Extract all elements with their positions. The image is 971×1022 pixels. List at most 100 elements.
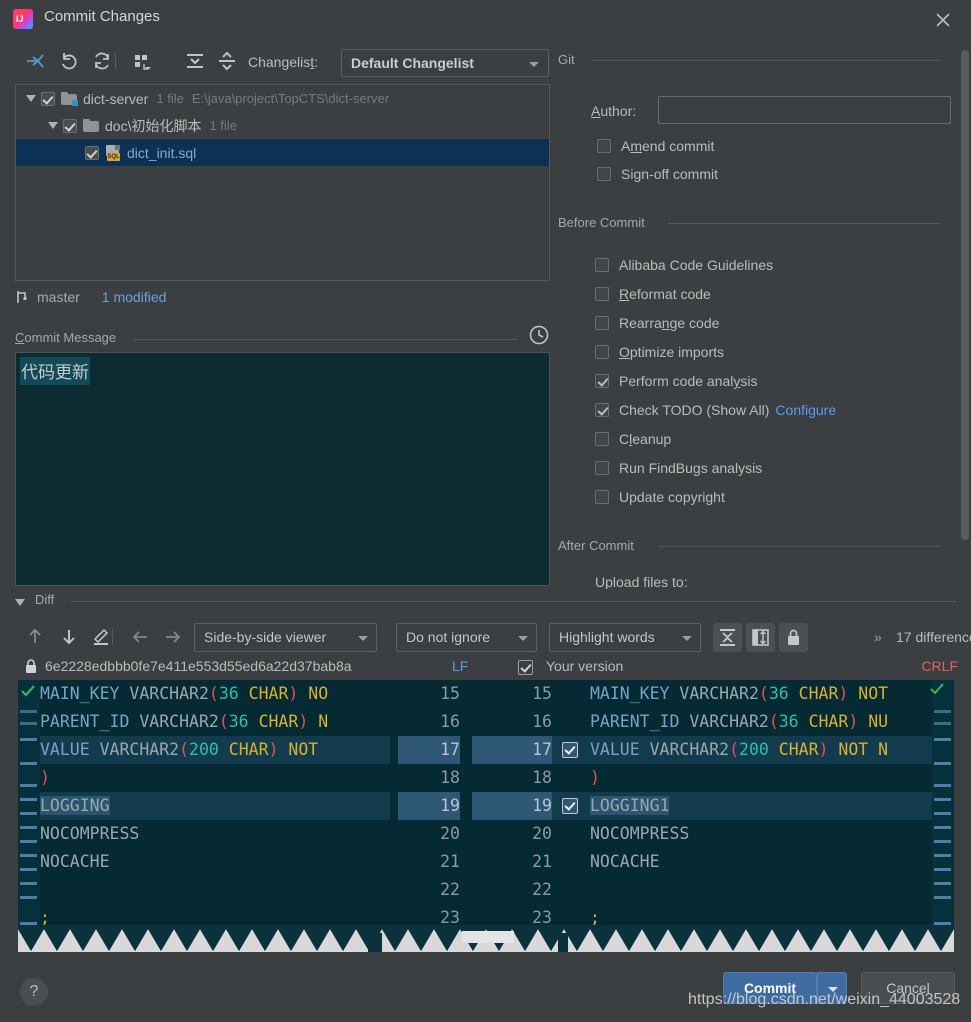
revert-icon[interactable] bbox=[56, 48, 82, 74]
checkbox[interactable] bbox=[595, 345, 609, 359]
tree-row-checkbox[interactable] bbox=[85, 145, 99, 160]
option-cleanup[interactable]: Cleanup bbox=[595, 428, 671, 450]
tree-row[interactable]: SQL dict_init.sql bbox=[16, 139, 549, 166]
chevron-down-icon bbox=[529, 62, 539, 67]
diff-revision-bar: 6e2228edbbb0fe7e411e553d55ed6a22d37bab8a… bbox=[0, 656, 971, 680]
scrollbar-thumb[interactable] bbox=[961, 50, 969, 540]
tree-row[interactable]: dict-server 1 file E:\java\project\TopCT… bbox=[16, 85, 549, 112]
option-check-todo[interactable]: Check TODO (Show All) Configure bbox=[595, 399, 836, 421]
option-perform-code-analysis[interactable]: Perform code analysis bbox=[595, 370, 758, 392]
checkbox[interactable] bbox=[597, 167, 611, 181]
chevron-down-icon[interactable] bbox=[26, 95, 36, 102]
divider bbox=[71, 601, 956, 602]
upload-files-label: Upload files to: bbox=[595, 574, 688, 589]
option-label: Alibaba Code Guidelines bbox=[619, 257, 774, 273]
changed-files-tree[interactable]: dict-server 1 file E:\java\project\TopCT… bbox=[15, 84, 550, 281]
diff-viewer[interactable]: MAIN_KEY VARCHAR2(36 CHAR) NO PARENT_ID … bbox=[0, 680, 971, 952]
diff-left-code[interactable]: MAIN_KEY VARCHAR2(36 CHAR) NO PARENT_ID … bbox=[40, 680, 390, 952]
commit-message-header: Commit Message bbox=[15, 325, 550, 348]
close-icon[interactable] bbox=[931, 8, 955, 32]
divider bbox=[591, 60, 940, 61]
option-rearrange-code[interactable]: Rearrange code bbox=[595, 312, 719, 334]
previous-difference-icon[interactable] bbox=[22, 624, 48, 650]
viewer-mode-dropdown[interactable]: Side-by-side viewer bbox=[194, 623, 377, 652]
section-git: Git bbox=[558, 52, 958, 68]
ignore-mode-value: Do not ignore bbox=[406, 629, 491, 645]
overflow-icon[interactable]: » bbox=[874, 629, 882, 645]
option-sign-off-commit[interactable]: Sign-off commit bbox=[597, 163, 718, 185]
clock-icon[interactable] bbox=[528, 324, 550, 346]
collapse-unchanged-icon[interactable] bbox=[713, 623, 742, 652]
tree-row-name: doc\初始化脚本 bbox=[105, 117, 202, 134]
refresh-icon[interactable] bbox=[89, 48, 115, 74]
checkbox[interactable] bbox=[595, 374, 609, 388]
author-field[interactable] bbox=[658, 96, 951, 124]
tree-row-checkbox[interactable] bbox=[41, 91, 55, 106]
diff-left-marker-strip[interactable] bbox=[18, 680, 40, 952]
option-update-copyright[interactable]: Update copyright bbox=[595, 486, 725, 508]
changelist-dropdown[interactable]: Default Changelist bbox=[341, 49, 549, 77]
checkbox[interactable] bbox=[595, 461, 609, 475]
checkbox[interactable] bbox=[595, 490, 609, 504]
help-button[interactable]: ? bbox=[20, 978, 48, 1006]
left-line-separator[interactable]: LF bbox=[452, 658, 468, 674]
diff-right-marker-strip[interactable] bbox=[932, 680, 954, 952]
chevron-down-icon bbox=[358, 636, 368, 641]
divider bbox=[668, 223, 940, 224]
section-title: Git bbox=[558, 52, 575, 67]
collapse-all-icon[interactable] bbox=[214, 48, 240, 74]
diff-right-line-numbers: 15 16 17 18 19 20 21 22 23 bbox=[532, 684, 552, 927]
checkbox[interactable] bbox=[597, 139, 611, 153]
group-by-icon[interactable] bbox=[130, 48, 156, 74]
highlight-mode-dropdown[interactable]: Highlight words bbox=[549, 623, 701, 652]
git-branch-icon bbox=[15, 289, 29, 305]
option-alibaba-code-guidelines[interactable]: Alibaba Code Guidelines bbox=[595, 254, 773, 276]
accept-change-checkbox[interactable] bbox=[562, 742, 578, 758]
lock-icon[interactable] bbox=[779, 623, 808, 652]
arrow-left-icon[interactable] bbox=[128, 624, 154, 650]
commit-message-input[interactable]: 代码更新 bbox=[15, 352, 550, 586]
show-diff-icon[interactable] bbox=[22, 48, 48, 74]
options-scrollbar[interactable] bbox=[961, 44, 969, 589]
your-version-checkbox[interactable] bbox=[518, 660, 533, 675]
chevron-down-icon[interactable] bbox=[15, 599, 25, 606]
edit-source-icon[interactable] bbox=[88, 624, 114, 650]
checkbox[interactable] bbox=[595, 287, 609, 301]
intellij-idea-icon bbox=[13, 9, 33, 29]
option-reformat-code[interactable]: Reformat code bbox=[595, 283, 711, 305]
sql-file-icon: SQL bbox=[105, 144, 121, 161]
chevron-down-icon[interactable] bbox=[48, 122, 58, 129]
configure-link[interactable]: Configure bbox=[775, 402, 836, 418]
diff-horizontal-scrollbar[interactable] bbox=[18, 925, 954, 955]
toolbar-separator bbox=[115, 52, 116, 70]
synchronize-scroll-icon[interactable] bbox=[746, 623, 775, 652]
commit-changes-dialog: Commit Changes bbox=[0, 0, 971, 1022]
branch-name: master bbox=[37, 289, 80, 305]
right-line-separator[interactable]: CRLF bbox=[921, 658, 958, 674]
diff-vertical-scrollbar[interactable] bbox=[954, 680, 971, 952]
diff-section-header: Diff bbox=[15, 592, 956, 612]
your-version-label: Your version bbox=[546, 658, 624, 674]
commit-message-label: Commit Message bbox=[15, 330, 125, 345]
next-difference-icon[interactable] bbox=[56, 624, 82, 650]
checkbox[interactable] bbox=[595, 316, 609, 330]
option-amend-commit[interactable]: Amend commit bbox=[597, 135, 714, 157]
accepted-change-icon bbox=[930, 682, 944, 695]
option-optimize-imports[interactable]: Optimize imports bbox=[595, 341, 724, 363]
tree-row-checkbox[interactable] bbox=[63, 118, 77, 133]
expand-all-icon[interactable] bbox=[182, 48, 208, 74]
accept-change-checkbox[interactable] bbox=[562, 798, 578, 814]
option-run-findbugs-analysis[interactable]: Run FindBugs analysis bbox=[595, 457, 762, 479]
arrow-right-icon[interactable] bbox=[160, 624, 186, 650]
commit-options-panel: Git Author: Amend commit Sign-off commit… bbox=[556, 44, 971, 589]
option-label: Sign-off commit bbox=[621, 166, 719, 182]
checkbox[interactable] bbox=[595, 403, 609, 417]
tree-row-name: dict-server bbox=[83, 90, 149, 107]
ignore-mode-dropdown[interactable]: Do not ignore bbox=[396, 623, 537, 652]
diff-right-code[interactable]: MAIN_KEY VARCHAR2(36 CHAR) NOT PARENT_ID… bbox=[590, 680, 930, 952]
tree-row[interactable]: doc\初始化脚本 1 file bbox=[16, 112, 549, 139]
checkbox[interactable] bbox=[595, 258, 609, 272]
checkbox[interactable] bbox=[595, 432, 609, 446]
highlight-mode-value: Highlight words bbox=[559, 629, 655, 645]
option-label: Optimize imports bbox=[619, 344, 725, 360]
